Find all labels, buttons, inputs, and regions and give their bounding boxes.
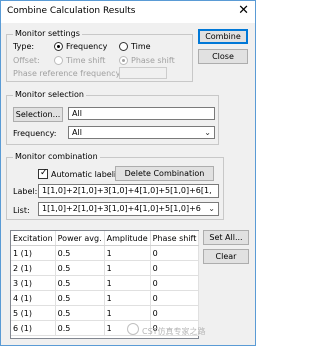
type-frequency-label: Frequency [66,42,108,51]
set-all-button[interactable]: Set All... [203,230,249,245]
type-frequency-radio[interactable] [54,42,63,51]
frequency-dropdown-value: All [72,128,82,137]
table-cell[interactable]: 0 [150,290,200,306]
dialog-window: Combine Calculation Results ✕ Combine Cl… [0,0,256,346]
column-header-amplitude[interactable]: Amplitude [104,231,151,246]
table-cell[interactable]: 0.5 [55,275,105,291]
automatic-labeling-checkbox[interactable]: ✓ [38,168,48,179]
table-cell[interactable]: 0.5 [55,305,105,321]
close-icon[interactable]: ✕ [238,3,249,18]
frequency-label: Frequency: [13,129,57,138]
monitor-settings-label: Monitor settings [13,29,82,38]
clear-button[interactable]: Clear [203,249,249,264]
title-bar: Combine Calculation Results ✕ [1,1,255,23]
selection-button[interactable]: Selection... [13,107,63,122]
table-cell[interactable]: 0 [150,245,200,261]
table-row[interactable]: 1 (1) 0.5 1 0 [11,245,200,261]
column-header-phase-shift[interactable]: Phase shift [150,231,200,246]
wechat-icon [127,323,139,335]
table-cell[interactable]: 0.5 [55,260,105,276]
excitation-table[interactable]: Excitation Power avg. Amplitude Phase sh… [10,230,200,339]
type-time-radio[interactable] [119,42,128,51]
table-cell[interactable]: 2 (1) [11,260,56,276]
monitor-combination-label: Monitor combination [13,152,100,161]
table-cell[interactable]: 0.5 [55,245,105,261]
table-cell[interactable]: 0.5 [55,290,105,306]
label-label: Label: [13,187,38,196]
table-cell[interactable]: 3 (1) [11,275,56,291]
column-header-excitation[interactable]: Excitation [11,231,56,246]
monitor-selection-label: Monitor selection [13,90,86,99]
table-cell[interactable]: 4 (1) [11,290,56,306]
table-cell[interactable]: 5 (1) [11,305,56,321]
list-dropdown-value: 1[1,0]+2[1,0]+3[1,0]+4[1,0]+5[1,0]+6 [42,204,201,213]
table-cell[interactable]: 1 [104,260,151,276]
table-row[interactable]: 3 (1) 0.5 1 0 [11,275,200,291]
table-row[interactable]: 2 (1) 0.5 1 0 [11,260,200,276]
table-cell[interactable]: 1 [104,245,151,261]
type-label: Type: [13,42,35,51]
table-cell[interactable]: 1 [104,275,151,291]
table-cell[interactable]: 1 [104,305,151,321]
table-cell[interactable]: 1 (1) [11,245,56,261]
chevron-down-icon: ⌄ [208,204,215,213]
watermark-text: CST仿真专家之路 [142,327,206,336]
table-row[interactable]: 4 (1) 0.5 1 0 [11,290,200,306]
type-time-label: Time [131,42,151,51]
close-button[interactable]: Close [198,49,248,64]
offset-label: Offset: [13,56,40,65]
table-header-row: Excitation Power avg. Amplitude Phase sh… [11,231,200,246]
table-cell[interactable]: 0 [150,305,200,321]
chevron-down-icon: ⌄ [204,128,211,137]
list-dropdown[interactable]: 1[1,0]+2[1,0]+3[1,0]+4[1,0]+5[1,0]+6 ⌄ [38,202,219,216]
delete-combination-button[interactable]: Delete Combination [115,166,214,181]
table-cell[interactable]: 0 [150,275,200,291]
table-row[interactable]: 5 (1) 0.5 1 0 [11,305,200,321]
table-cell[interactable]: 6 (1) [11,320,56,336]
table-cell[interactable]: 1 [104,290,151,306]
checkmark-icon: ✓ [40,168,48,178]
selection-value-field[interactable]: All [68,107,215,120]
label-input[interactable]: 1[1,0]+2[1,0]+3[1,0]+4[1,0]+5[1,0]+6[1, [38,184,219,198]
offset-phase-shift-radio[interactable] [119,56,128,65]
column-header-power-avg[interactable]: Power avg. [55,231,105,246]
offset-phase-shift-label: Phase shift [131,56,175,65]
combine-button[interactable]: Combine [198,29,248,44]
phase-reference-label: Phase reference frequency: [13,69,123,78]
frequency-dropdown[interactable]: All ⌄ [68,126,215,139]
phase-reference-input[interactable] [119,67,167,79]
offset-time-shift-label: Time shift [66,56,106,65]
table-cell[interactable]: 0.5 [55,320,105,336]
offset-time-shift-radio[interactable] [54,56,63,65]
window-title: Combine Calculation Results [7,6,136,16]
list-label: List: [13,206,30,215]
table-cell[interactable]: 0 [150,260,200,276]
